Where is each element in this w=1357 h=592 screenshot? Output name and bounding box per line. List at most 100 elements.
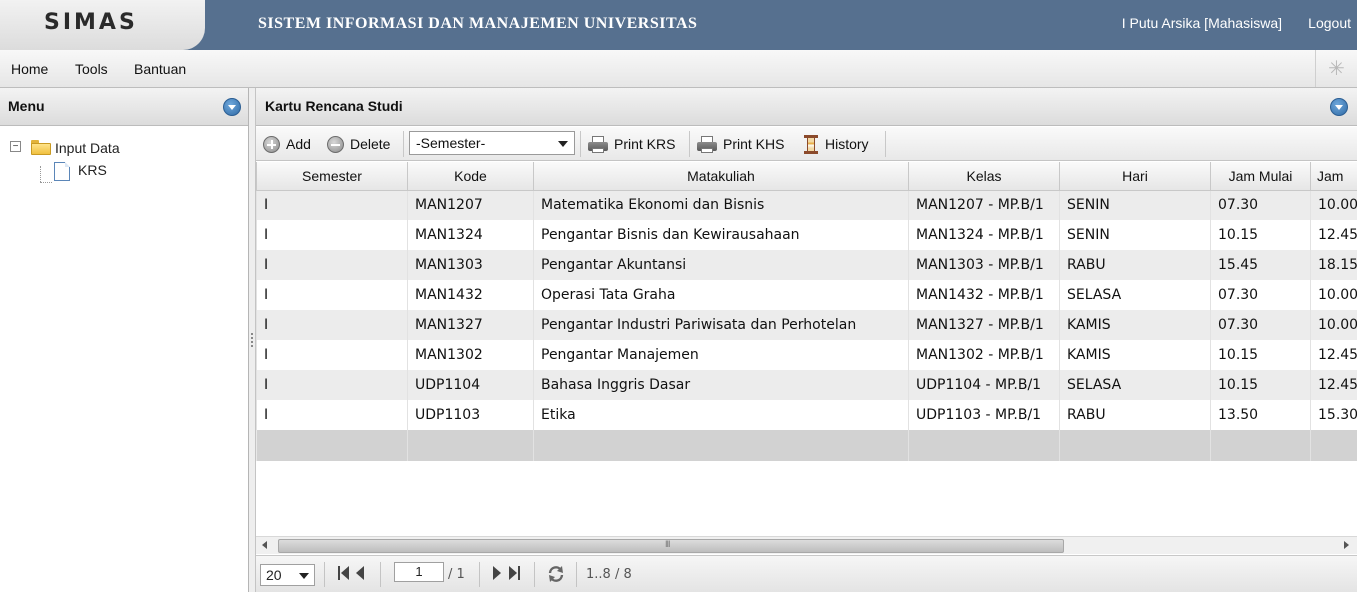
expander-minus-icon[interactable]: − [10,141,21,152]
user-name: I Putu Arsika [Mahasiswa] [1121,15,1282,31]
app-logo: SIMAS [0,0,205,50]
cell-jam-mulai: 07.30 [1210,190,1311,220]
column-header-matakuliah[interactable]: Matakuliah [533,162,909,191]
cell-kode: MAN1303 [407,250,534,280]
menu-tree: − Input Data KRS [0,126,248,184]
delete-button[interactable]: Delete [327,134,390,154]
table-row[interactable]: I UDP1104 Bahasa Inggris Dasar UDP1104 - MP… [256,370,1357,400]
folder-icon [31,140,51,155]
cell-kode: UDP1104 [407,370,534,400]
column-header-jam-mulai[interactable]: Jam Mulai [1210,162,1311,191]
empty-cell [1210,430,1311,461]
table-row[interactable]: I MAN1302 Pengantar Manajemen MAN1302 - MP.… [256,340,1357,370]
cell-jam-mulai: 07.30 [1210,280,1311,310]
table-row[interactable]: I MAN1207 Matematika Ekonomi dan Bisnis MAN… [256,190,1357,220]
page-size-select[interactable]: 20 [260,564,315,586]
print-krs-label: Print KRS [614,136,676,152]
cell-jam-selesai: 12.45 [1310,370,1357,400]
next-page-icon[interactable] [493,566,501,582]
menu-bantuan[interactable]: Bantuan [134,61,186,77]
tree-item-label: KRS [78,162,107,178]
file-icon [54,162,70,181]
toolbar-divider [580,131,581,157]
column-header-jam-selesai[interactable]: Jam [1310,162,1357,191]
cell-semester: I [256,370,408,400]
app-header: SIMAS SISTEM INFORMASI DAN MANAJEMEN UNI… [0,0,1357,50]
cell-kelas: MAN1327 - MP.B/1 [908,310,1060,340]
toolbar-divider [403,131,404,157]
table-header-row: Semester Kode Matakuliah Kelas Hari Jam … [256,162,1357,191]
column-header-hari[interactable]: Hari [1059,162,1211,191]
history-button[interactable]: History [804,134,869,154]
add-button[interactable]: Add [263,134,311,154]
column-header-semester[interactable]: Semester [256,162,408,191]
hourglass-icon [804,134,818,154]
cell-hari: SELASA [1059,370,1211,400]
scrollbar-thumb[interactable] [278,539,1064,553]
spinner-icon: ✳ [1315,50,1357,87]
page-title: Kartu Rencana Studi [265,98,403,114]
table-row[interactable]: I MAN1327 Pengantar Industri Pariwisata da… [256,310,1357,340]
tree-item-krs[interactable]: KRS [0,160,248,184]
main-panel-header: Kartu Rencana Studi [256,88,1357,126]
page-number-input[interactable]: 1 [394,562,444,582]
panel-splitter[interactable] [249,88,256,592]
semester-select[interactable]: -Semester- [409,131,575,155]
cell-hari: SENIN [1059,220,1211,250]
table-row[interactable]: I MAN1324 Pengantar Bisnis dan Kewirausaha… [256,220,1357,250]
cell-kode: MAN1327 [407,310,534,340]
chevron-down-icon [299,573,309,579]
column-header-kode[interactable]: Kode [407,162,534,191]
column-header-kelas[interactable]: Kelas [908,162,1060,191]
cell-matakuliah: Pengantar Manajemen [533,340,909,370]
cell-jam-selesai: 18.15 [1310,250,1357,280]
cell-jam-mulai: 15.45 [1210,250,1311,280]
tree-connector [40,166,41,182]
table-row[interactable]: I MAN1432 Operasi Tata Graha MAN1432 - MP.B… [256,280,1357,310]
last-page-icon[interactable] [509,566,521,582]
cell-semester: I [256,220,408,250]
cell-semester: I [256,190,408,220]
cell-semester: I [256,400,408,430]
cell-jam-mulai: 10.15 [1210,220,1311,250]
menu-bar: Home Tools Bantuan ✳ [0,50,1357,88]
cell-kelas: MAN1432 - MP.B/1 [908,280,1060,310]
refresh-icon[interactable] [546,564,566,584]
collapse-icon[interactable] [223,98,241,116]
empty-cell [1059,430,1211,461]
cell-hari: KAMIS [1059,310,1211,340]
prev-page-icon[interactable] [356,566,364,582]
horizontal-scrollbar[interactable] [256,536,1357,554]
cell-kelas: UDP1103 - MP.B/1 [908,400,1060,430]
tree-item-label: Input Data [55,140,120,156]
table-row[interactable]: I MAN1303 Pengantar Akuntansi MAN1303 - MP.… [256,250,1357,280]
print-khs-button[interactable]: Print KHS [697,134,784,154]
chevron-down-icon [558,141,568,147]
logout-link[interactable]: Logout [1308,15,1351,31]
table-row[interactable]: I UDP1103 Etika UDP1103 - MP.B/1 RABU 13.50 15… [256,400,1357,430]
delete-icon [327,135,344,153]
cell-jam-mulai: 13.50 [1210,400,1311,430]
tree-item-input-data[interactable]: − Input Data [0,136,248,160]
table-empty-row [256,430,1357,461]
cell-hari: RABU [1059,400,1211,430]
cell-semester: I [256,250,408,280]
print-krs-button[interactable]: Print KRS [588,134,675,154]
cell-jam-mulai: 07.30 [1210,310,1311,340]
cell-jam-selesai: 10.00 [1310,310,1357,340]
empty-cell [533,430,909,461]
cell-kelas: MAN1207 - MP.B/1 [908,190,1060,220]
cell-matakuliah: Etika [533,400,909,430]
scroll-left-icon[interactable] [262,541,267,549]
menu-home[interactable]: Home [11,61,48,77]
collapse-icon[interactable] [1330,98,1348,116]
scroll-right-icon[interactable] [1344,541,1349,549]
print-khs-label: Print KHS [723,136,785,152]
first-page-icon[interactable] [337,566,349,582]
menu-tools[interactable]: Tools [75,61,108,77]
page-total: / 1 [448,567,465,582]
cell-kode: MAN1432 [407,280,534,310]
toolbar: Add Delete -Semester- Print KRS Print KH… [256,127,1357,161]
semester-select-value: -Semester- [416,135,486,151]
cell-kode: MAN1302 [407,340,534,370]
